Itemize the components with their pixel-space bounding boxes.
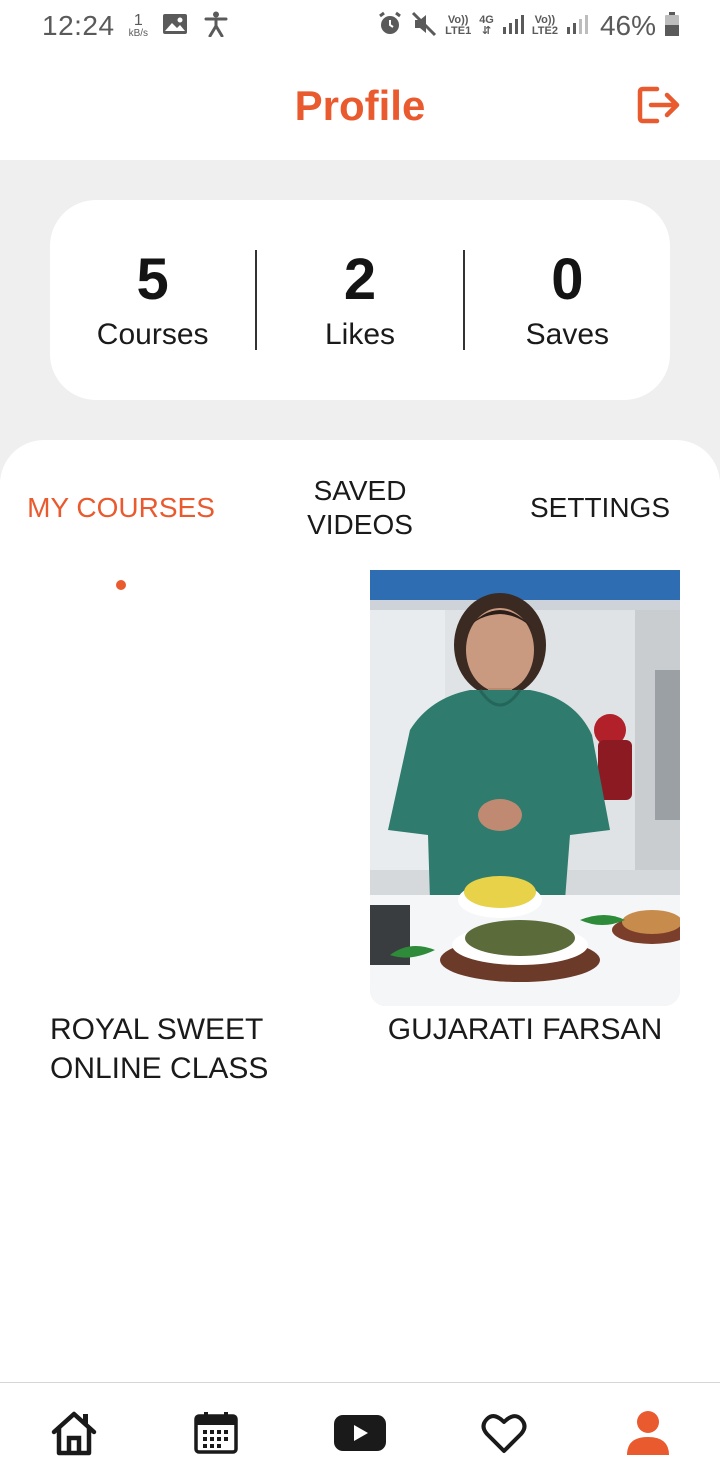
- calendar-icon[interactable]: [193, 1410, 239, 1456]
- stat-likes-value: 2: [343, 247, 377, 313]
- stats-card: 5 Courses 2 Likes 0 Saves: [50, 200, 670, 400]
- course-card[interactable]: ROYAL SWEET ONLINE CLASS: [50, 570, 350, 1088]
- profile-screen: 12:24 1 kB/s Vo)) LTE1 4G ⇵ Vo)) LTE2 46…: [0, 0, 720, 1480]
- sim1-indicator: Vo)) LTE1: [445, 15, 471, 37]
- tab-settings-label: SETTINGS: [529, 492, 670, 524]
- logout-icon[interactable]: [637, 85, 681, 125]
- nav-profile[interactable]: [620, 1405, 676, 1461]
- nav-videos[interactable]: [332, 1405, 388, 1461]
- image-icon: [162, 13, 188, 40]
- network-type: 4G ⇵: [479, 15, 494, 37]
- stat-courses-value: 5: [136, 247, 169, 313]
- status-bar: 12:24 1 kB/s Vo)) LTE1 4G ⇵ Vo)) LTE2 46…: [0, 0, 720, 52]
- stat-courses-label: Courses: [96, 317, 209, 351]
- tab-saved-videos[interactable]: SAVED VIDEOS: [290, 470, 430, 546]
- status-left-icons: [162, 11, 228, 42]
- sim1-label: LTE1: [445, 25, 472, 37]
- app-header: Profile: [0, 52, 720, 160]
- network-speed-unit: kB/s: [128, 28, 149, 39]
- network-speed: 1 kB/s: [129, 13, 148, 39]
- network-speed-value: 1: [133, 12, 143, 29]
- content-sheet: MY COURSES SAVED VIDEOS SETTINGS ROYAL S…: [0, 440, 720, 1382]
- tab-settings[interactable]: SETTINGS: [520, 470, 680, 546]
- battery-percentage: 46%: [599, 10, 656, 41]
- course-thumbnail[interactable]: [370, 570, 680, 1006]
- tab-saved-videos-line1: SAVED: [313, 475, 407, 507]
- course-title-line1: ROYAL SWEET: [50, 1013, 264, 1046]
- battery-icon: [664, 11, 680, 42]
- course-title: ROYAL SWEET ONLINE CLASS: [50, 1010, 350, 1088]
- nav-favorites[interactable]: [476, 1405, 532, 1461]
- course-title-line2: ONLINE CLASS: [50, 1052, 269, 1085]
- nav-home[interactable]: [46, 1405, 102, 1461]
- alarm-icon: [377, 11, 403, 42]
- nav-calendar[interactable]: [188, 1405, 244, 1461]
- profile-tabs: MY COURSES SAVED VIDEOS SETTINGS: [0, 470, 720, 590]
- tab-saved-videos-line2: VIDEOS: [307, 509, 413, 540]
- sim2-label: LTE2: [531, 25, 558, 37]
- stat-courses: 5 Courses: [50, 248, 255, 352]
- page-title: Profile: [294, 82, 426, 129]
- stat-saves: 0 Saves: [465, 248, 670, 352]
- status-time: 12:24: [42, 10, 115, 41]
- mute-icon: [411, 11, 437, 42]
- logout-button[interactable]: [636, 82, 682, 128]
- course-thumbnail-image: [370, 570, 680, 1006]
- tab-my-courses[interactable]: MY COURSES: [22, 470, 220, 546]
- stat-likes: 2 Likes: [257, 248, 462, 352]
- data-arrows-icon: ⇵: [481, 25, 492, 37]
- course-card[interactable]: GUJARATI FARSAN: [370, 570, 680, 1049]
- home-icon[interactable]: [49, 1408, 99, 1458]
- tab-saved-videos-label: SAVED VIDEOS: [307, 474, 413, 541]
- bottom-navigation: [0, 1382, 720, 1480]
- stat-likes-label: Likes: [324, 317, 396, 351]
- status-right: Vo)) LTE1 4G ⇵ Vo)) LTE2 46%: [377, 10, 680, 42]
- stat-saves-value: 0: [551, 247, 584, 313]
- signal-icon: [502, 13, 524, 40]
- video-icon[interactable]: [333, 1413, 387, 1453]
- accessibility-icon: [204, 11, 228, 42]
- profile-icon[interactable]: [625, 1409, 671, 1457]
- heart-icon[interactable]: [481, 1412, 527, 1454]
- tab-my-courses-label: MY COURSES: [27, 492, 215, 524]
- signal-icon: [566, 13, 588, 40]
- stat-saves-label: Saves: [525, 317, 610, 351]
- course-title: GUJARATI FARSAN: [387, 1013, 663, 1046]
- sim2-indicator: Vo)) LTE2: [532, 15, 558, 37]
